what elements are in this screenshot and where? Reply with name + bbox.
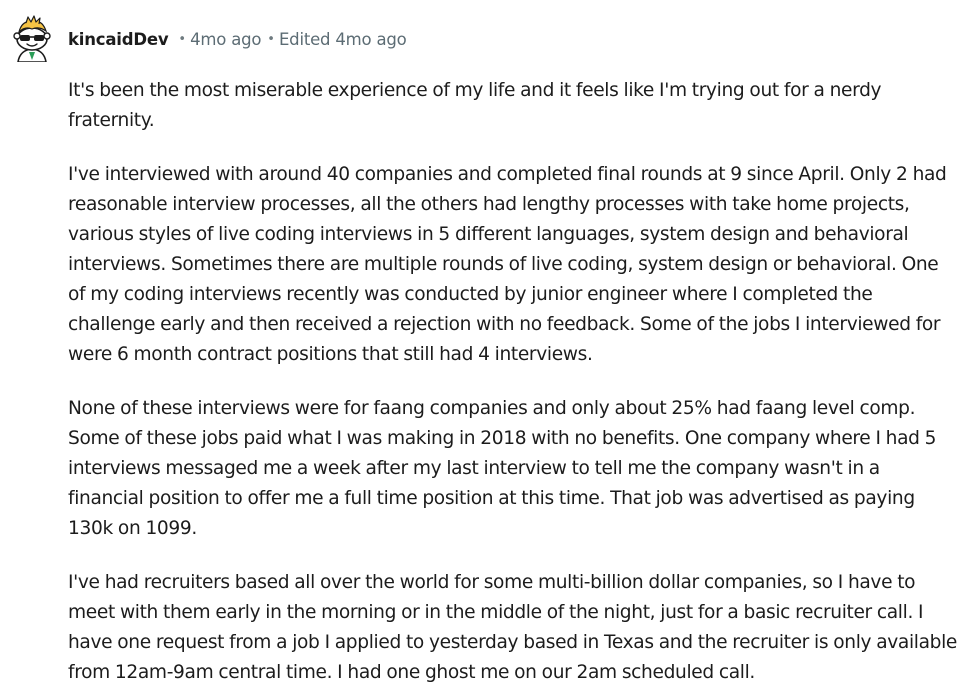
posted-time[interactable]: 4mo ago — [190, 30, 261, 49]
comment-paragraph: I've had recruiters based all over the w… — [68, 572, 957, 683]
comment-paragraph: It's been the most miserable experience … — [68, 80, 882, 131]
comment-paragraph: I've interviewed with around 40 companie… — [68, 164, 947, 365]
author-name[interactable]: kincaidDev — [68, 30, 169, 49]
meta-separator: • — [178, 32, 187, 47]
edited-label: Edited 4mo ago — [278, 30, 407, 49]
comment-meta: kincaidDev • 4mo ago • Edited 4mo ago — [68, 30, 407, 49]
comment-paragraph: None of these interviews were for faang … — [68, 398, 937, 539]
comment: kincaidDev • 4mo ago • Edited 4mo ago It… — [0, 0, 962, 696]
comment-body: It's been the most miserable experience … — [68, 76, 958, 696]
meta-separator: • — [267, 32, 275, 47]
reddit-snoo-avatar-icon[interactable] — [8, 14, 56, 63]
